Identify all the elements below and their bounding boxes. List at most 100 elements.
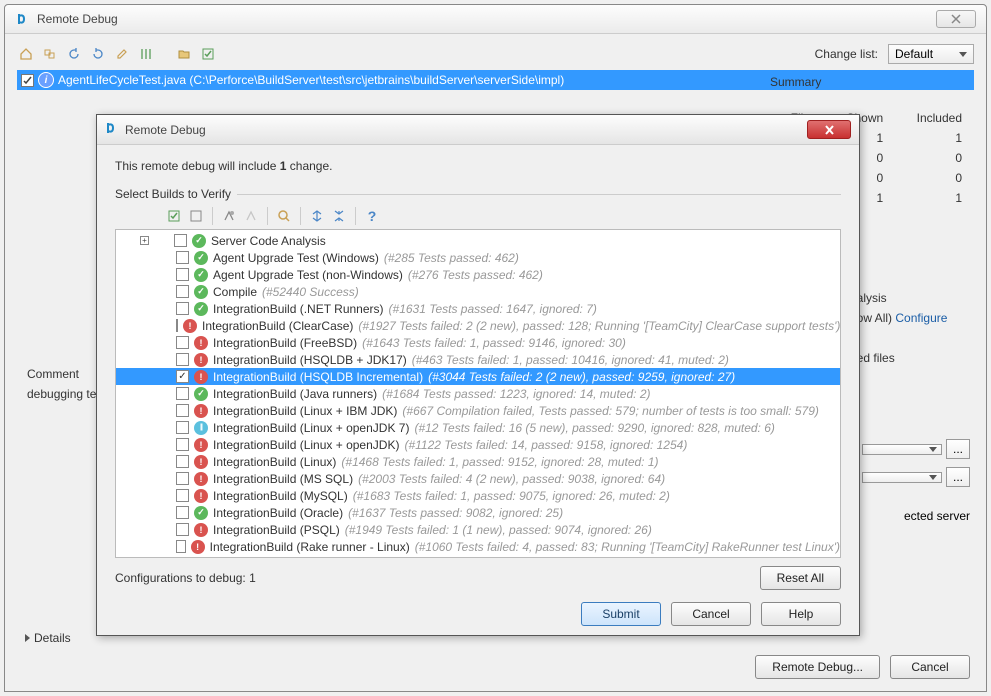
app-icon xyxy=(105,121,119,138)
settings-icon[interactable] xyxy=(220,207,238,225)
build-row[interactable]: IntegrationBuild (HSQLDB Incremental) (#… xyxy=(116,368,840,385)
build-checkbox[interactable] xyxy=(176,353,189,366)
build-name: Agent Upgrade Test (Windows) xyxy=(213,251,379,265)
build-row[interactable]: IntegrationBuild (Linux + openJDK) (#112… xyxy=(116,436,840,453)
side-fragments: s nalysis how All) Configure it ged file… xyxy=(850,265,970,371)
build-row[interactable]: IntegrationBuild (HSQLDB + JDK17) (#463 … xyxy=(116,351,840,368)
modal-close-button[interactable] xyxy=(807,120,851,139)
build-checkbox[interactable] xyxy=(174,234,187,247)
build-row[interactable]: IntegrationBuild (Linux) (#1468 Tests fa… xyxy=(116,453,840,470)
file-path: AgentLifeCycleTest.java (C:\Perforce\Bui… xyxy=(58,73,564,87)
build-checkbox[interactable] xyxy=(176,285,189,298)
build-checkbox[interactable] xyxy=(176,540,186,553)
status-red-icon xyxy=(194,489,208,503)
build-detail: (#1637 Tests passed: 9082, ignored: 25) xyxy=(348,506,563,520)
build-row[interactable]: IntegrationBuild (MySQL) (#1683 Tests fa… xyxy=(116,487,840,504)
status-green-icon xyxy=(194,268,208,282)
build-checkbox[interactable] xyxy=(176,421,189,434)
build-row[interactable]: Agent Upgrade Test (non-Windows) (#276 T… xyxy=(116,266,840,283)
build-checkbox[interactable] xyxy=(176,523,189,536)
cancel-button[interactable]: Cancel xyxy=(890,655,970,679)
search-icon[interactable] xyxy=(275,207,293,225)
configure-link[interactable]: Configure xyxy=(895,311,947,325)
build-detail: (#1643 Tests failed: 1, passed: 9146, ig… xyxy=(362,336,626,350)
help-button[interactable]: Help xyxy=(761,602,841,626)
build-row[interactable]: Agent Upgrade Test (Windows) (#285 Tests… xyxy=(116,249,840,266)
side-select-2[interactable] xyxy=(862,472,942,483)
status-red-icon xyxy=(183,319,197,333)
reset-all-button[interactable]: Reset All xyxy=(760,566,841,590)
diff-icon[interactable] xyxy=(137,45,155,63)
build-row[interactable]: IntegrationBuild (MS SQL) (#2003 Tests f… xyxy=(116,470,840,487)
build-checkbox[interactable] xyxy=(176,438,189,451)
build-detail: (#1927 Tests failed: 2 (2 new), passed: … xyxy=(358,319,840,333)
build-checkbox[interactable] xyxy=(176,472,189,485)
status-red-icon xyxy=(194,336,208,350)
build-row[interactable]: Compile (#52440 Success) xyxy=(116,283,840,300)
parent-close-button[interactable] xyxy=(936,10,976,28)
build-row[interactable]: IntegrationBuild (Rake runner - Linux) (… xyxy=(116,538,840,555)
build-checkbox[interactable] xyxy=(176,489,189,502)
details-toggle[interactable]: Details xyxy=(25,631,71,645)
build-checkbox[interactable] xyxy=(176,370,189,383)
side-selects: ... ... xyxy=(862,439,970,487)
side-select-1[interactable] xyxy=(862,444,942,455)
side-dots-2[interactable]: ... xyxy=(946,467,970,487)
collapse-icon[interactable] xyxy=(330,207,348,225)
builds-toolbar: ? xyxy=(115,203,841,229)
stack-icon[interactable] xyxy=(41,45,59,63)
chevron-right-icon xyxy=(25,634,30,642)
build-name: IntegrationBuild (Linux + openJDK) xyxy=(213,438,399,452)
modal-cancel-button[interactable]: Cancel xyxy=(671,602,751,626)
redo-icon[interactable] xyxy=(89,45,107,63)
build-row[interactable]: IntegrationBuild (FreeBSD) (#1643 Tests … xyxy=(116,334,840,351)
tree-expand-icon[interactable]: + xyxy=(140,236,149,245)
parent-toolbar: Change list: Default xyxy=(17,44,974,64)
status-red-icon xyxy=(194,370,208,384)
remote-debug-button[interactable]: Remote Debug... xyxy=(755,655,880,679)
side-dots-1[interactable]: ... xyxy=(946,439,970,459)
build-row[interactable]: IntegrationBuild (PSQL) (#1949 Tests fai… xyxy=(116,521,840,538)
build-detail: (#1631 Tests passed: 1647, ignored: 7) xyxy=(389,302,597,316)
build-row[interactable]: IntegrationBuild (.NET Runners) (#1631 T… xyxy=(116,300,840,317)
build-checkbox[interactable] xyxy=(176,387,189,400)
build-row[interactable]: IntegrationBuild (Linux + IBM JDK) (#667… xyxy=(116,402,840,419)
builds-tree[interactable]: +Server Code AnalysisAgent Upgrade Test … xyxy=(115,229,841,558)
build-row[interactable]: IntegrationBuild (Oracle) (#1637 Tests p… xyxy=(116,504,840,521)
build-name: IntegrationBuild (PSQL) xyxy=(213,523,340,537)
check-icon[interactable] xyxy=(199,45,217,63)
change-list-select[interactable]: Default xyxy=(888,44,974,64)
expand-icon[interactable] xyxy=(308,207,326,225)
parent-titlebar[interactable]: Remote Debug xyxy=(5,5,986,34)
build-checkbox[interactable] xyxy=(176,268,189,281)
build-checkbox[interactable] xyxy=(176,336,189,349)
folder-icon[interactable] xyxy=(175,45,193,63)
submit-button[interactable]: Submit xyxy=(581,602,661,626)
build-row[interactable]: IntegrationBuild (Java runners) (#1684 T… xyxy=(116,385,840,402)
build-checkbox[interactable] xyxy=(176,302,189,315)
build-detail: (#12 Tests failed: 16 (5 new), passed: 9… xyxy=(414,421,774,435)
app-icon xyxy=(15,11,31,27)
home-icon[interactable] xyxy=(17,45,35,63)
build-checkbox[interactable] xyxy=(176,506,189,519)
build-checkbox[interactable] xyxy=(176,251,189,264)
build-checkbox[interactable] xyxy=(176,319,178,332)
modal-body: This remote debug will include 1 change.… xyxy=(97,145,859,636)
check-all-icon[interactable] xyxy=(165,207,183,225)
build-detail: (#667 Compilation failed, Tests passed: … xyxy=(402,404,818,418)
build-row[interactable]: +Server Code Analysis xyxy=(116,232,840,249)
edit-icon[interactable] xyxy=(113,45,131,63)
uncheck-all-icon[interactable] xyxy=(187,207,205,225)
build-row[interactable]: IntegrationBuild (ClearCase) (#1927 Test… xyxy=(116,317,840,334)
status-green-icon xyxy=(194,506,208,520)
build-name: IntegrationBuild (ClearCase) xyxy=(202,319,353,333)
build-checkbox[interactable] xyxy=(176,404,189,417)
help-icon[interactable]: ? xyxy=(363,207,381,225)
status-blue-icon xyxy=(194,421,208,435)
undo-icon[interactable] xyxy=(65,45,83,63)
build-checkbox[interactable] xyxy=(176,455,189,468)
file-checkbox[interactable] xyxy=(21,74,34,87)
comment-text[interactable]: debugging te xyxy=(27,387,96,401)
build-row[interactable]: IntegrationBuild (Linux + openJDK 7) (#1… xyxy=(116,419,840,436)
modal-titlebar[interactable]: Remote Debug xyxy=(97,115,859,145)
